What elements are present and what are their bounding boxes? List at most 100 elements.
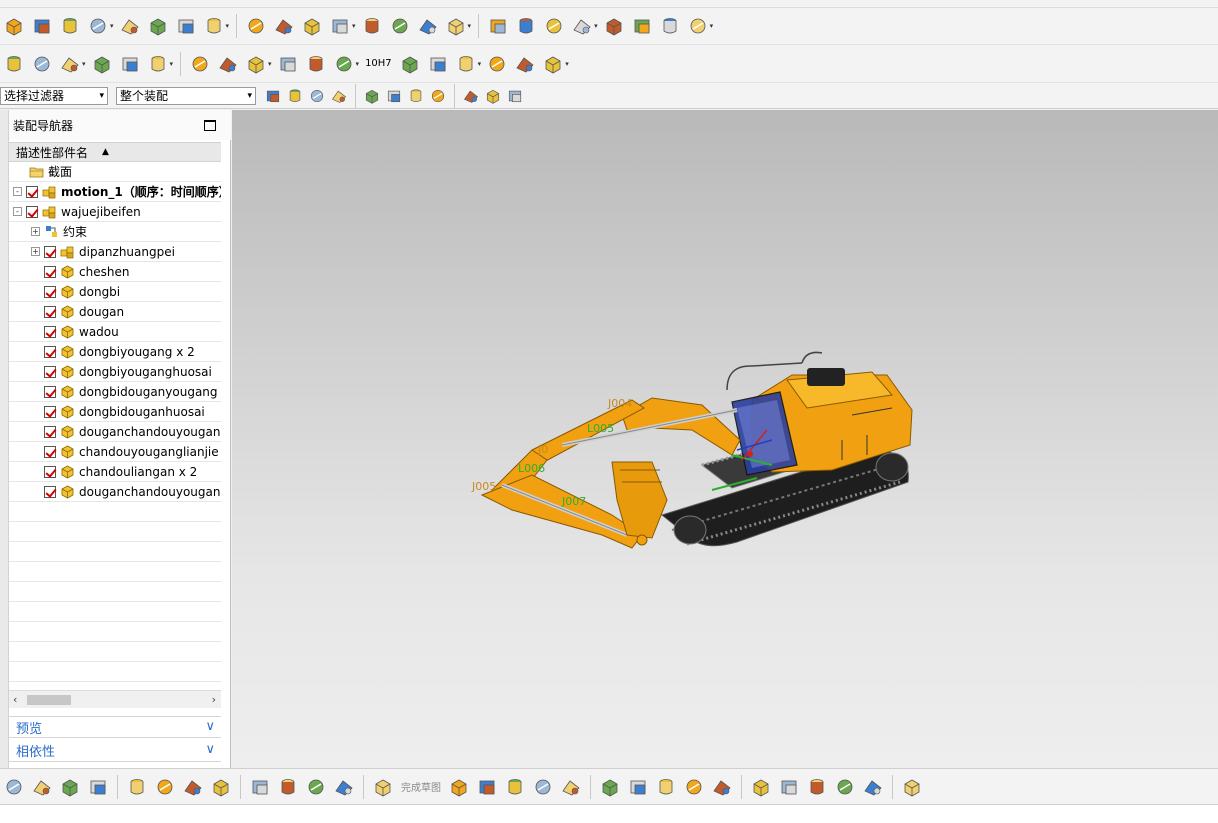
grid-icon[interactable] [455,53,477,75]
snap-icon[interactable] [264,87,282,105]
add-component-icon[interactable] [119,53,141,75]
mirror-icon[interactable] [154,776,176,798]
hole-icon[interactable] [175,15,197,37]
dropdown-arrow-icon[interactable]: ▾ [356,60,360,68]
constraint-icon[interactable] [126,776,148,798]
part-icon[interactable] [245,53,267,75]
dropdown-arrow-icon[interactable]: ▾ [468,22,472,30]
polygon-icon[interactable] [655,776,677,798]
slot-icon[interactable] [301,15,323,37]
pocket-icon[interactable] [245,15,267,37]
center-icon[interactable] [429,87,447,105]
trim-icon[interactable] [750,776,772,798]
link-icon[interactable] [333,776,355,798]
scroll-right-icon[interactable]: › [212,693,216,706]
bushing-icon[interactable] [333,53,355,75]
sphere-icon[interactable] [87,15,109,37]
tree-node[interactable]: dougan [9,302,221,322]
visibility-checkbox[interactable] [44,265,56,278]
wave-icon[interactable] [217,53,239,75]
graphics-window[interactable]: J004 J005 J0 J007 L005 L006 [232,110,1218,768]
arc-icon[interactable] [504,776,526,798]
fillet-icon[interactable] [560,776,582,798]
visibility-checkbox[interactable] [44,305,56,318]
arc-icon[interactable] [330,87,348,105]
dropdown-arrow-icon[interactable]: ▾ [565,60,569,68]
dropdown-arrow-icon[interactable]: ▾ [478,60,482,68]
sweep-icon[interactable] [417,15,439,37]
line-icon[interactable] [308,87,326,105]
pattern-icon[interactable] [659,15,681,37]
circle-icon[interactable] [363,87,381,105]
chamfer-icon[interactable] [487,15,509,37]
feature-icon[interactable] [389,15,411,37]
profile-icon[interactable] [448,776,470,798]
blend-icon[interactable] [445,15,467,37]
draft-icon[interactable] [543,15,565,37]
tree-node[interactable]: douganchandouyougang [9,422,221,442]
groove-icon[interactable] [329,15,351,37]
visibility-checkbox[interactable] [44,385,56,398]
view-icon[interactable] [506,87,524,105]
horizontal-scrollbar[interactable]: ‹ › [9,690,221,708]
visibility-checkbox[interactable] [44,365,56,378]
cylinder-icon[interactable] [31,15,53,37]
slope-icon[interactable] [484,87,502,105]
move-component-icon[interactable] [147,53,169,75]
dropdown-arrow-icon[interactable]: ▾ [170,60,174,68]
assembly-icon[interactable] [91,53,113,75]
tree-node[interactable]: + 约束 [9,222,221,242]
add-icon[interactable] [87,776,109,798]
visibility-checkbox[interactable] [26,205,38,218]
block-icon[interactable] [3,15,25,37]
dropdown-arrow-icon[interactable]: ▾ [110,22,114,30]
visibility-checkbox[interactable] [44,465,56,478]
tree-node[interactable]: douganchandouyouganhuosai [9,482,221,502]
dimension-icon[interactable] [542,53,564,75]
table-icon[interactable] [427,53,449,75]
trim-icon[interactable] [571,15,593,37]
mate-icon[interactable] [189,53,211,75]
scrollbar-thumb[interactable] [27,695,71,705]
tree-node[interactable]: dongbidouganhuosai [9,402,221,422]
visibility-checkbox[interactable] [44,245,56,258]
visibility-checkbox[interactable] [44,325,56,338]
arrange-icon[interactable] [210,776,232,798]
visibility-checkbox[interactable] [26,185,38,198]
plus-icon[interactable] [462,87,480,105]
extrude-icon[interactable] [119,15,141,37]
tree-node[interactable]: - wajuejibeifen [9,202,221,222]
pattern-icon[interactable] [182,776,204,798]
assembly-icon[interactable] [31,776,53,798]
line-icon[interactable] [476,776,498,798]
dependencies-panel-header[interactable]: 相依性 ∨ [9,740,221,762]
move-icon[interactable] [3,776,25,798]
column-header[interactable]: 描述性部件名 ▲ [9,142,221,162]
tangent-icon[interactable] [407,87,425,105]
visibility-checkbox[interactable] [44,425,56,438]
rectangle-icon[interactable] [627,776,649,798]
mirror-icon[interactable] [687,15,709,37]
surface-icon[interactable] [603,15,625,37]
expand-icon[interactable]: + [31,227,40,236]
preview-panel-header[interactable]: 预览 ∨ [9,716,221,738]
boss-icon[interactable] [203,15,225,37]
note-icon[interactable] [514,53,536,75]
mesh-icon[interactable] [486,53,508,75]
tree-node[interactable]: 截面 [9,162,221,182]
tree-node[interactable]: chandouyouganglianjie [9,442,221,462]
point-icon[interactable] [286,87,304,105]
visibility-checkbox[interactable] [44,485,56,498]
explode-icon[interactable] [249,776,271,798]
part-icon[interactable] [59,776,81,798]
scope-select[interactable]: 整个装配 ▾ [116,86,256,105]
sketch-icon[interactable] [59,53,81,75]
dropdown-arrow-icon[interactable]: ▾ [352,22,356,30]
tree-node[interactable]: dongbiyougang x 2 [9,342,221,362]
filter-select[interactable]: 选择过滤器 ▾ [0,86,108,105]
pad-icon[interactable] [273,15,295,37]
thread-icon[interactable] [361,15,383,37]
spring-icon[interactable] [305,776,327,798]
dropdown-arrow-icon[interactable]: ▾ [268,60,272,68]
constraint-icon[interactable] [834,776,856,798]
